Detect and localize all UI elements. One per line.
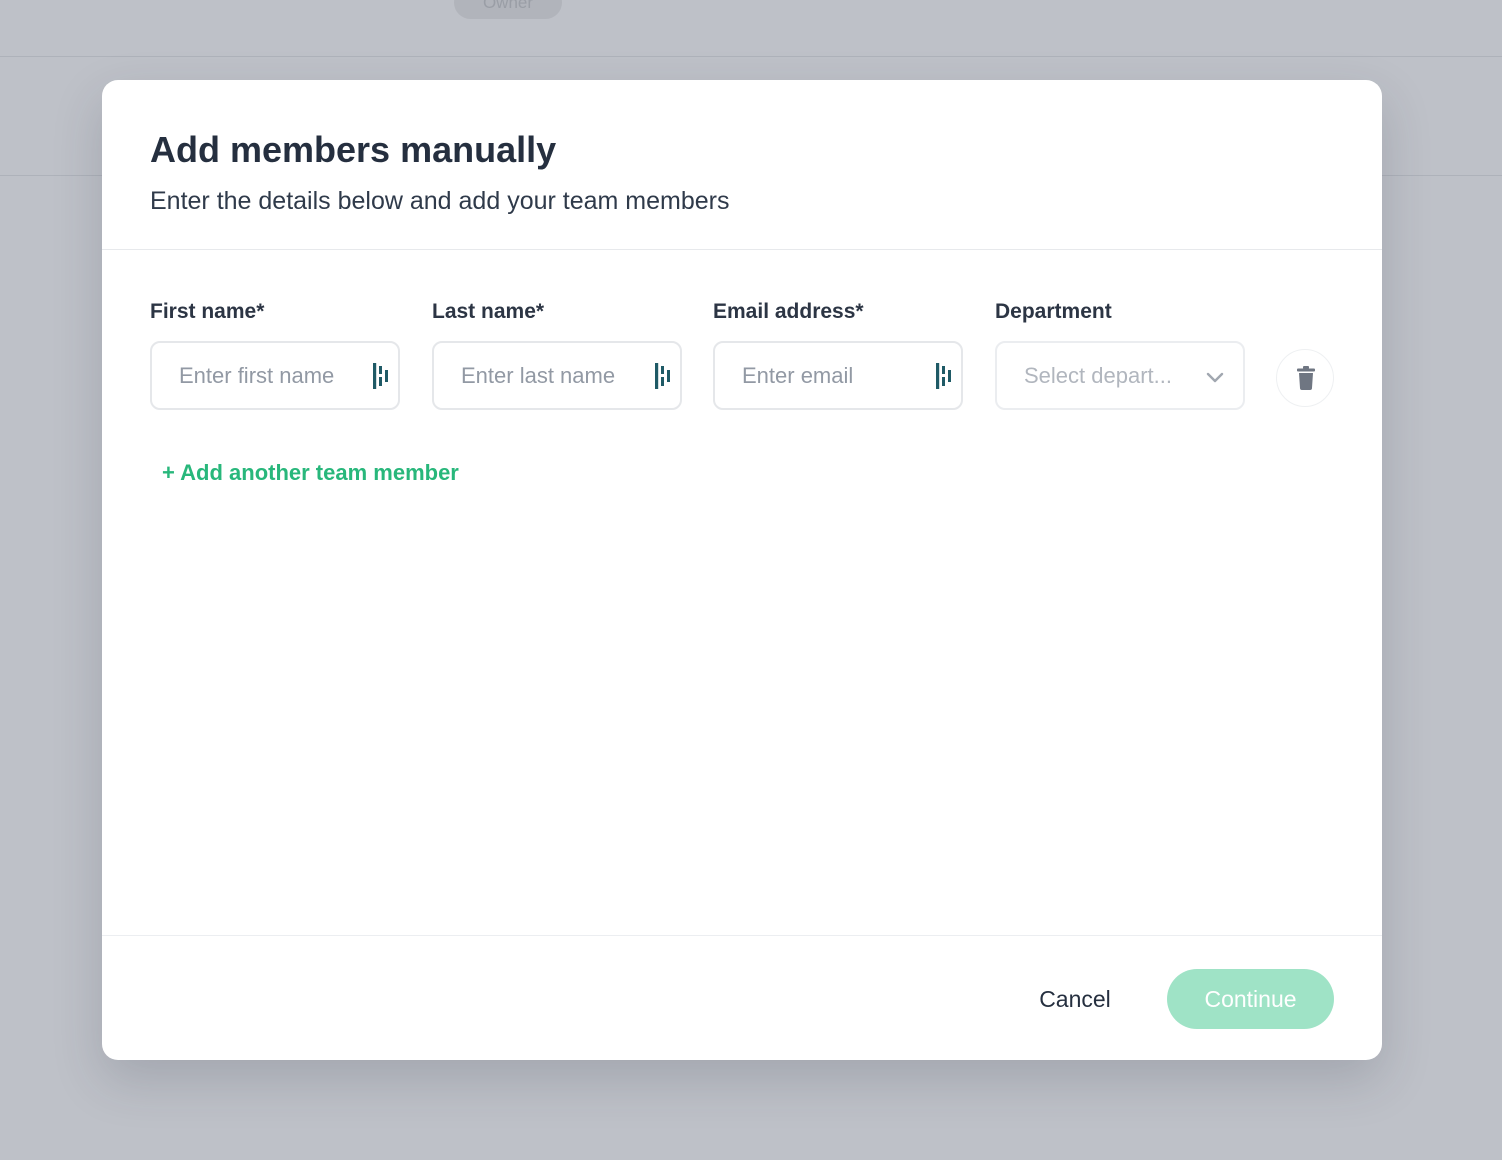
- add-members-modal: Add members manually Enter the details b…: [102, 80, 1382, 1060]
- last-name-label: Last name*: [432, 300, 545, 323]
- first-name-label: First name*: [150, 300, 265, 323]
- first-name-input[interactable]: [152, 343, 352, 408]
- modal-footer: Cancel Continue: [102, 935, 1382, 1060]
- password-manager-icon[interactable]: [372, 363, 390, 389]
- email-input[interactable]: [715, 343, 915, 408]
- cancel-button[interactable]: Cancel: [1018, 969, 1132, 1029]
- department-placeholder: Select depart...: [1024, 363, 1172, 388]
- chevron-down-icon: [1206, 372, 1224, 383]
- password-manager-icon[interactable]: [654, 363, 672, 389]
- role-badge: Owner: [454, 0, 562, 19]
- trash-icon: [1297, 366, 1315, 390]
- modal-title: Add members manually: [150, 129, 557, 170]
- delete-row-button[interactable]: [1276, 349, 1334, 407]
- last-name-field[interactable]: [432, 341, 682, 410]
- modal-header: Add members manually Enter the details b…: [102, 80, 1382, 250]
- email-field[interactable]: [713, 341, 963, 410]
- modal-subtitle: Enter the details below and add your tea…: [150, 187, 730, 215]
- last-name-input[interactable]: [434, 343, 634, 408]
- first-name-field[interactable]: [150, 341, 400, 410]
- background-divider: [0, 56, 1502, 57]
- department-select[interactable]: Select depart...: [995, 341, 1245, 410]
- continue-button[interactable]: Continue: [1167, 969, 1334, 1029]
- password-manager-icon[interactable]: [935, 363, 953, 389]
- add-another-member-link[interactable]: + Add another team member: [162, 458, 459, 488]
- department-label: Department: [995, 300, 1112, 323]
- email-label: Email address*: [713, 300, 864, 323]
